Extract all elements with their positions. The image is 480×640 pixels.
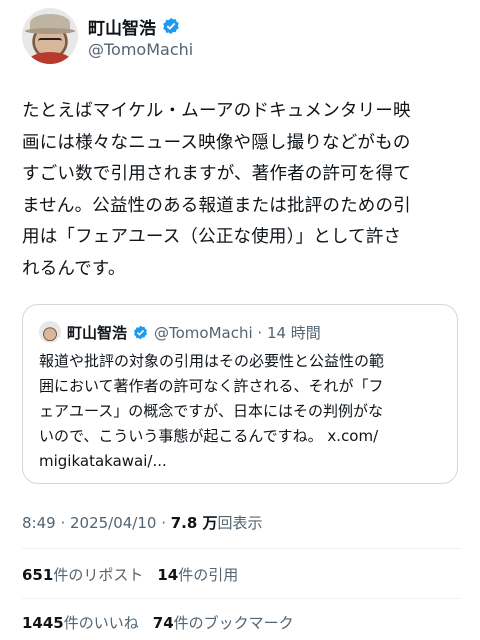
likes-label: 件のいいね	[63, 614, 139, 632]
bookmarks-label: 件のブックマーク	[173, 614, 294, 632]
bookmarks-count: 74	[152, 614, 174, 632]
quotes-stat[interactable]: 14件の引用	[157, 564, 238, 585]
view-count-label: 回表示	[217, 514, 263, 532]
quoted-tweet-text: 報道や批評の対象の引用はその必要性と公益性の範 囲において著作者の許可なく許され…	[39, 352, 385, 470]
quoted-author-avatar	[39, 321, 61, 343]
view-count: 7.8 万	[170, 514, 218, 532]
quoted-tweet-card[interactable]: 町山智浩 @TomoMachi · 14 時間 報道や批評の対象の引用はその必要…	[22, 304, 458, 484]
likes-stat[interactable]: 1445件のいいね	[22, 612, 139, 633]
verified-badge-icon	[163, 17, 179, 35]
quotes-count: 14	[157, 566, 179, 584]
author-avatar[interactable]	[22, 8, 78, 64]
reposts-stat[interactable]: 651件のリポスト	[22, 564, 143, 585]
bookmarks-stat[interactable]: 74件のブックマーク	[153, 612, 294, 633]
divider	[22, 548, 462, 549]
reposts-count: 651	[22, 566, 54, 584]
quoted-author-name: 町山智浩	[67, 323, 128, 342]
tweet-timestamp: 8:49 · 2025/04/10 · 7.8 万回表示	[22, 512, 263, 533]
tweet-body-text: たとえばマイケル・ムーアのドキュメンタリー映 画には様々なニュース映像や隠し撮り…	[22, 101, 412, 279]
stats-row-reposts: 651件のリポスト 14件の引用	[22, 564, 238, 585]
author-name-row: 町山智浩	[88, 14, 180, 39]
verified-badge-icon	[134, 325, 147, 339]
tweet-time-date[interactable]: 8:49 · 2025/04/10 ·	[22, 514, 171, 532]
reposts-label: 件のリポスト	[53, 566, 144, 584]
author-handle[interactable]: @TomoMachi	[88, 40, 193, 59]
stats-row-likes: 1445件のいいね 74件のブックマーク	[22, 612, 294, 633]
tweet-header: 町山智浩 @TomoMachi	[22, 8, 462, 72]
likes-count: 1445	[22, 614, 64, 632]
quoted-tweet-header: 町山智浩 @TomoMachi · 14 時間	[39, 321, 321, 343]
quotes-label: 件の引用	[178, 566, 239, 584]
quoted-tweet-meta: @TomoMachi · 14 時間	[154, 323, 321, 342]
author-display-name[interactable]: 町山智浩	[88, 14, 156, 39]
divider	[22, 598, 462, 599]
